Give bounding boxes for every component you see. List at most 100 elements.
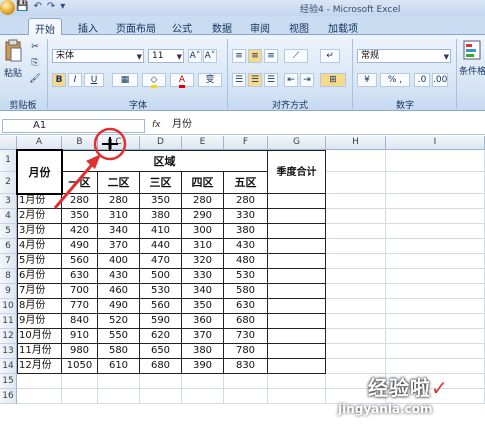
paste-button[interactable]: 粘贴 — [2, 39, 24, 79]
grid-cell[interactable] — [326, 314, 386, 329]
value-cell[interactable]: 520 — [98, 314, 140, 329]
month-cell[interactable]: 3月份 — [17, 224, 62, 239]
tab-page-layout[interactable]: 页面布局 — [110, 18, 162, 35]
value-cell[interactable]: 400 — [98, 254, 140, 269]
value-cell[interactable]: 620 — [140, 329, 182, 344]
region-header-cell[interactable]: 三区 — [140, 172, 182, 194]
value-cell[interactable]: 420 — [62, 224, 98, 239]
row-header-7[interactable]: 7 — [0, 254, 17, 269]
grid-cell[interactable] — [326, 329, 386, 344]
copy-icon[interactable]: ⎘ — [28, 57, 42, 71]
value-cell[interactable]: 350 — [182, 299, 224, 314]
fill-color-button[interactable]: ◇ — [142, 73, 166, 88]
wrap-text-icon[interactable]: ↵ — [320, 49, 340, 63]
tab-addins[interactable]: 加载项 — [322, 18, 364, 35]
cut-icon[interactable]: ✂ — [28, 41, 42, 55]
value-cell[interactable]: 320 — [182, 254, 224, 269]
value-cell[interactable]: 430 — [98, 269, 140, 284]
grid-cell[interactable] — [98, 374, 140, 389]
grid-cell[interactable] — [326, 224, 386, 239]
total-cell[interactable] — [268, 224, 326, 239]
tab-home[interactable]: 开始 — [28, 18, 62, 36]
format-painter-icon[interactable]: 🖌 — [28, 73, 42, 87]
region-header-cell[interactable]: 一区 — [62, 172, 98, 194]
row-header-14[interactable]: 14 — [0, 359, 17, 374]
value-cell[interactable]: 360 — [182, 314, 224, 329]
month-cell[interactable]: 4月份 — [17, 239, 62, 254]
month-cell[interactable]: 10月份 — [17, 329, 62, 344]
value-cell[interactable]: 440 — [140, 239, 182, 254]
value-cell[interactable]: 280 — [182, 194, 224, 209]
name-box[interactable]: A1 — [2, 119, 145, 133]
fx-icon[interactable]: fx — [152, 120, 161, 130]
region-header-cell[interactable]: 五区 — [224, 172, 268, 194]
select-all-corner[interactable] — [0, 136, 17, 150]
value-cell[interactable]: 700 — [62, 284, 98, 299]
column-header-g[interactable]: G — [268, 136, 326, 150]
qat-more-icon[interactable]: ▾ — [60, 1, 65, 12]
value-cell[interactable]: 550 — [98, 329, 140, 344]
column-header-h[interactable]: H — [326, 136, 386, 150]
row-header-15[interactable]: 15 — [0, 374, 17, 389]
grid-cell[interactable] — [326, 172, 386, 194]
month-cell[interactable]: 11月份 — [17, 344, 62, 359]
grid-cell[interactable] — [386, 172, 485, 194]
grid-cell[interactable] — [62, 389, 98, 404]
month-cell[interactable]: 5月份 — [17, 254, 62, 269]
font-size-combo[interactable]: 11 ▼ — [148, 49, 184, 63]
value-cell[interactable]: 340 — [98, 224, 140, 239]
grid-cell[interactable] — [268, 389, 326, 404]
value-cell[interactable]: 490 — [98, 299, 140, 314]
total-cell[interactable] — [268, 299, 326, 314]
align-left-icon[interactable]: ☰ — [232, 73, 246, 87]
grid-cell[interactable] — [386, 209, 485, 224]
grid-cell[interactable] — [386, 254, 485, 269]
tab-data[interactable]: 数据 — [206, 18, 238, 35]
grid-cell[interactable] — [62, 374, 98, 389]
column-header-c[interactable]: C — [98, 136, 140, 150]
underline-button[interactable]: U — [84, 73, 104, 87]
value-cell[interactable]: 780 — [224, 344, 268, 359]
value-cell[interactable]: 530 — [224, 269, 268, 284]
row-header-3[interactable]: 3 — [0, 194, 17, 209]
value-cell[interactable]: 630 — [62, 269, 98, 284]
grid-cell[interactable] — [326, 239, 386, 254]
total-cell[interactable] — [268, 194, 326, 209]
grid-cell[interactable] — [182, 389, 224, 404]
grid-cell[interactable] — [326, 284, 386, 299]
align-top-icon[interactable]: ≡ — [232, 49, 246, 63]
redo-icon[interactable]: ↷ — [47, 1, 55, 12]
conditional-format-button[interactable]: 条件格 — [459, 39, 485, 79]
month-cell[interactable]: 1月份 — [17, 194, 62, 209]
grid-cell[interactable] — [224, 389, 268, 404]
value-cell[interactable]: 380 — [182, 344, 224, 359]
grid-cell[interactable] — [326, 269, 386, 284]
value-cell[interactable]: 610 — [98, 359, 140, 374]
value-cell[interactable]: 580 — [98, 344, 140, 359]
grid-cell[interactable] — [140, 389, 182, 404]
undo-icon[interactable]: ↶ — [33, 1, 41, 12]
value-cell[interactable]: 480 — [224, 254, 268, 269]
row-header-5[interactable]: 5 — [0, 224, 17, 239]
grid-cell[interactable] — [386, 329, 485, 344]
value-cell[interactable]: 300 — [182, 224, 224, 239]
value-cell[interactable]: 380 — [224, 224, 268, 239]
decrease-indent-icon[interactable]: ⇤ — [284, 73, 298, 87]
row-header-11[interactable]: 11 — [0, 314, 17, 329]
decrease-decimal-icon[interactable]: .00 — [432, 73, 448, 87]
tab-formulas[interactable]: 公式 — [166, 18, 198, 35]
increase-indent-icon[interactable]: ⇥ — [300, 73, 314, 87]
save-icon[interactable]: 💾 — [16, 1, 28, 12]
value-cell[interactable]: 560 — [62, 254, 98, 269]
header-total-cell[interactable]: 季度合计 — [268, 150, 326, 194]
value-cell[interactable]: 630 — [224, 299, 268, 314]
value-cell[interactable]: 370 — [98, 239, 140, 254]
value-cell[interactable]: 910 — [62, 329, 98, 344]
row-header-13[interactable]: 13 — [0, 344, 17, 359]
align-middle-icon[interactable]: ≡ — [248, 49, 262, 63]
grid-cell[interactable] — [386, 239, 485, 254]
month-cell[interactable]: 12月份 — [17, 359, 62, 374]
row-header-12[interactable]: 12 — [0, 329, 17, 344]
phonetic-button[interactable]: 变 — [198, 73, 222, 87]
grid-cell[interactable] — [268, 374, 326, 389]
